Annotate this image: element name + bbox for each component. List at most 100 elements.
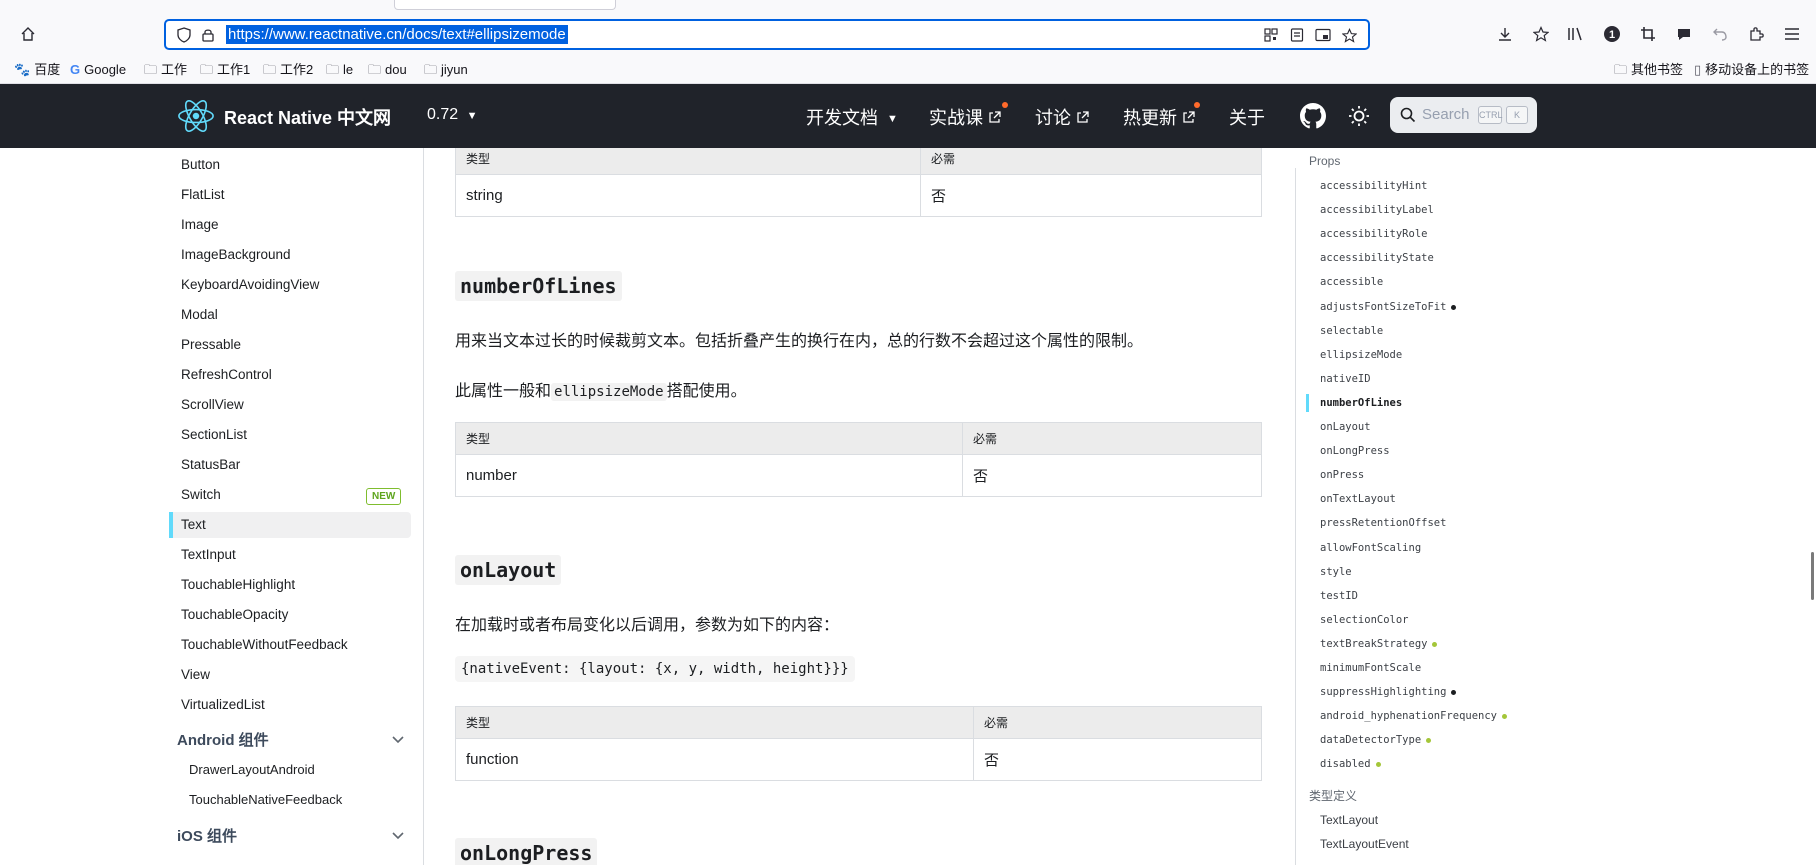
toc-types-header[interactable]: 类型定义 (1309, 787, 1357, 805)
nav-discuss[interactable]: 讨论 (1035, 104, 1089, 130)
sidebar-item-textinput[interactable]: TextInput (169, 542, 411, 568)
sidebar-category-android[interactable]: Android 组件 (177, 728, 411, 754)
sidebar-item-pressable[interactable]: Pressable (169, 332, 411, 358)
toc-item-accessibilitylabel[interactable]: accessibilityLabel (1320, 201, 1434, 219)
home-icon[interactable] (17, 23, 39, 45)
toc-item-numberoflines[interactable]: numberOfLines (1320, 394, 1402, 412)
picture-in-picture-icon[interactable] (1313, 25, 1333, 45)
bookmark-folder-le[interactable]: 🗀 le (326, 61, 353, 79)
lock-icon[interactable] (198, 25, 218, 45)
bookmark-star-icon[interactable] (1339, 25, 1359, 45)
sidebar-item-statusbar[interactable]: StatusBar (169, 452, 411, 478)
toc-item-accessibilityhint[interactable]: accessibilityHint (1320, 177, 1427, 195)
toc-item-selectable[interactable]: selectable (1320, 322, 1383, 340)
toc-item-onlayout[interactable]: onLayout (1320, 418, 1371, 436)
nav-hot-update[interactable]: 热更新 (1123, 104, 1195, 130)
sidebar-item-drawerlayoutandroid[interactable]: DrawerLayoutAndroid (189, 758, 315, 782)
sidebar-item-flatlist[interactable]: FlatList (169, 182, 411, 208)
sidebar-item-virtualizedlist[interactable]: VirtualizedList (169, 692, 411, 718)
page-scrollbar[interactable] (1811, 552, 1814, 600)
github-icon[interactable] (1300, 103, 1326, 129)
sidebar-item-image[interactable]: Image (169, 212, 411, 238)
toc-item-ellipsizemode[interactable]: ellipsizeMode (1320, 346, 1402, 364)
nav-course[interactable]: 实战课 (929, 104, 1001, 130)
prop-heading-onlongpress[interactable]: onLongPress (455, 838, 598, 865)
qr-code-icon[interactable] (1261, 25, 1281, 45)
toc-item-suppresshighlighting[interactable]: suppressHighlighting (1320, 683, 1457, 701)
crop-icon[interactable] (1637, 23, 1659, 45)
reader-view-icon[interactable] (1287, 25, 1307, 45)
toc-item-textlayout[interactable]: TextLayout (1320, 811, 1378, 829)
bookmark-folder-jiyun[interactable]: 🗀 jiyun (424, 61, 468, 79)
search-button[interactable]: Search CTRL K (1390, 97, 1537, 133)
sidebar-item-touchablehighlight[interactable]: TouchableHighlight (169, 572, 411, 598)
sidebar-item-modal[interactable]: Modal (169, 302, 411, 328)
sidebar-item-refreshcontrol[interactable]: RefreshControl (169, 362, 411, 388)
toc-item-disabled[interactable]: disabled (1320, 755, 1381, 773)
toc-item-pressretentionoffset[interactable]: pressRetentionOffset (1320, 514, 1446, 532)
toc-item-label: onLayout (1320, 421, 1371, 433)
site-title[interactable]: React Native 中文网 (224, 104, 391, 130)
url-bar[interactable]: https://www.reactnative.cn/docs/text#ell… (164, 19, 1370, 50)
sidebar-item-scrollview[interactable]: ScrollView (169, 392, 411, 418)
prop-heading-onlayout[interactable]: onLayout (455, 555, 562, 585)
chat-icon[interactable] (1673, 23, 1695, 45)
toc-item-android_hyphenationfrequency[interactable]: android_hyphenationFrequency (1320, 707, 1508, 725)
active-tab[interactable] (394, 0, 616, 10)
nav-docs[interactable]: 开发文档 ▼ (806, 104, 898, 130)
toc-item-accessibilityrole[interactable]: accessibilityRole (1320, 225, 1427, 243)
version-dropdown[interactable]: 0.72 ▼ (427, 106, 477, 124)
toc-item-style[interactable]: style (1320, 563, 1352, 581)
toc-item-selectioncolor[interactable]: selectionColor (1320, 611, 1409, 629)
toc-item-accessibilitystate[interactable]: accessibilityState (1320, 249, 1434, 267)
toc-item-textlayoutevent[interactable]: TextLayoutEvent (1320, 835, 1409, 853)
nav-about[interactable]: 关于 (1229, 104, 1265, 130)
badge-icon[interactable]: 1 (1601, 23, 1623, 45)
react-logo-icon[interactable] (176, 98, 216, 134)
sidebar-item-keyboardavoidingview[interactable]: KeyboardAvoidingView (169, 272, 411, 298)
sidebar-item-imagebackground[interactable]: ImageBackground (169, 242, 411, 268)
bookmark-google[interactable]: G Google (70, 61, 126, 79)
inline-code: ellipsizeMode (551, 383, 667, 401)
sidebar-item-touchablewithoutfeedback[interactable]: TouchableWithoutFeedback (169, 632, 411, 658)
toc-item-adjustsfontsizetofit[interactable]: adjustsFontSizeToFit (1320, 298, 1457, 316)
sidebar-item-button[interactable]: Button (169, 152, 411, 178)
other-bookmarks[interactable]: 🗀 其他书签 (1614, 61, 1683, 79)
shield-icon[interactable] (174, 25, 194, 45)
toc-item-onlongpress[interactable]: onLongPress (1320, 442, 1390, 460)
toc-item-ontextlayout[interactable]: onTextLayout (1320, 490, 1396, 508)
bookmark-baidu[interactable]: 🐾 百度 (14, 61, 60, 79)
bookmark-folder-work[interactable]: 🗀 工作 (144, 61, 187, 79)
toc-item-testid[interactable]: testID (1320, 587, 1358, 605)
prop-heading-numberoflines[interactable]: numberOfLines (455, 271, 622, 301)
bookmark-folder-work2[interactable]: 🗀 工作2 (263, 61, 313, 79)
sidebar-category-ios[interactable]: iOS 组件 (177, 824, 411, 850)
folder-icon: 🗀 (263, 62, 277, 77)
download-icon[interactable] (1494, 23, 1516, 45)
bookmark-label: 工作1 (217, 62, 251, 77)
sidebar-item-touchablenativefeedback[interactable]: TouchableNativeFeedback (189, 788, 342, 812)
sidebar-item-view[interactable]: View (169, 662, 411, 688)
sidebar-item-touchableopacity[interactable]: TouchableOpacity (169, 602, 411, 628)
menu-icon[interactable] (1781, 23, 1803, 45)
toc-props-header[interactable]: Props (1309, 152, 1340, 170)
bookmark-folder-dou[interactable]: 🗀 dou (368, 61, 407, 79)
sidebar-item-text[interactable]: Text (169, 512, 411, 538)
toc-item-allowfontscaling[interactable]: allowFontScaling (1320, 539, 1421, 557)
extensions-icon[interactable] (1745, 23, 1767, 45)
mobile-bookmarks[interactable]: ▯ 移动设备上的书签 (1694, 61, 1809, 79)
toc-item-onpress[interactable]: onPress (1320, 466, 1364, 484)
bookmark-folder-work1[interactable]: 🗀 工作1 (200, 61, 250, 79)
toc-item-datadetectortype[interactable]: dataDetectorType (1320, 731, 1432, 749)
undo-icon[interactable] (1709, 23, 1731, 45)
save-to-pocket-icon[interactable] (1530, 23, 1552, 45)
toc-item-minimumfontscale[interactable]: minimumFontScale (1320, 659, 1421, 677)
toc-item-textbreakstrategy[interactable]: textBreakStrategy (1320, 635, 1438, 653)
toc-item-accessible[interactable]: accessible (1320, 273, 1383, 291)
toc-item-nativeid[interactable]: nativeID (1320, 370, 1371, 388)
library-icon[interactable] (1565, 23, 1587, 45)
theme-toggle-sun-icon[interactable] (1347, 104, 1371, 128)
bookmark-label: 工作2 (280, 62, 314, 77)
url-text[interactable]: https://www.reactnative.cn/docs/text#ell… (226, 25, 568, 44)
sidebar-item-sectionlist[interactable]: SectionList (169, 422, 411, 448)
